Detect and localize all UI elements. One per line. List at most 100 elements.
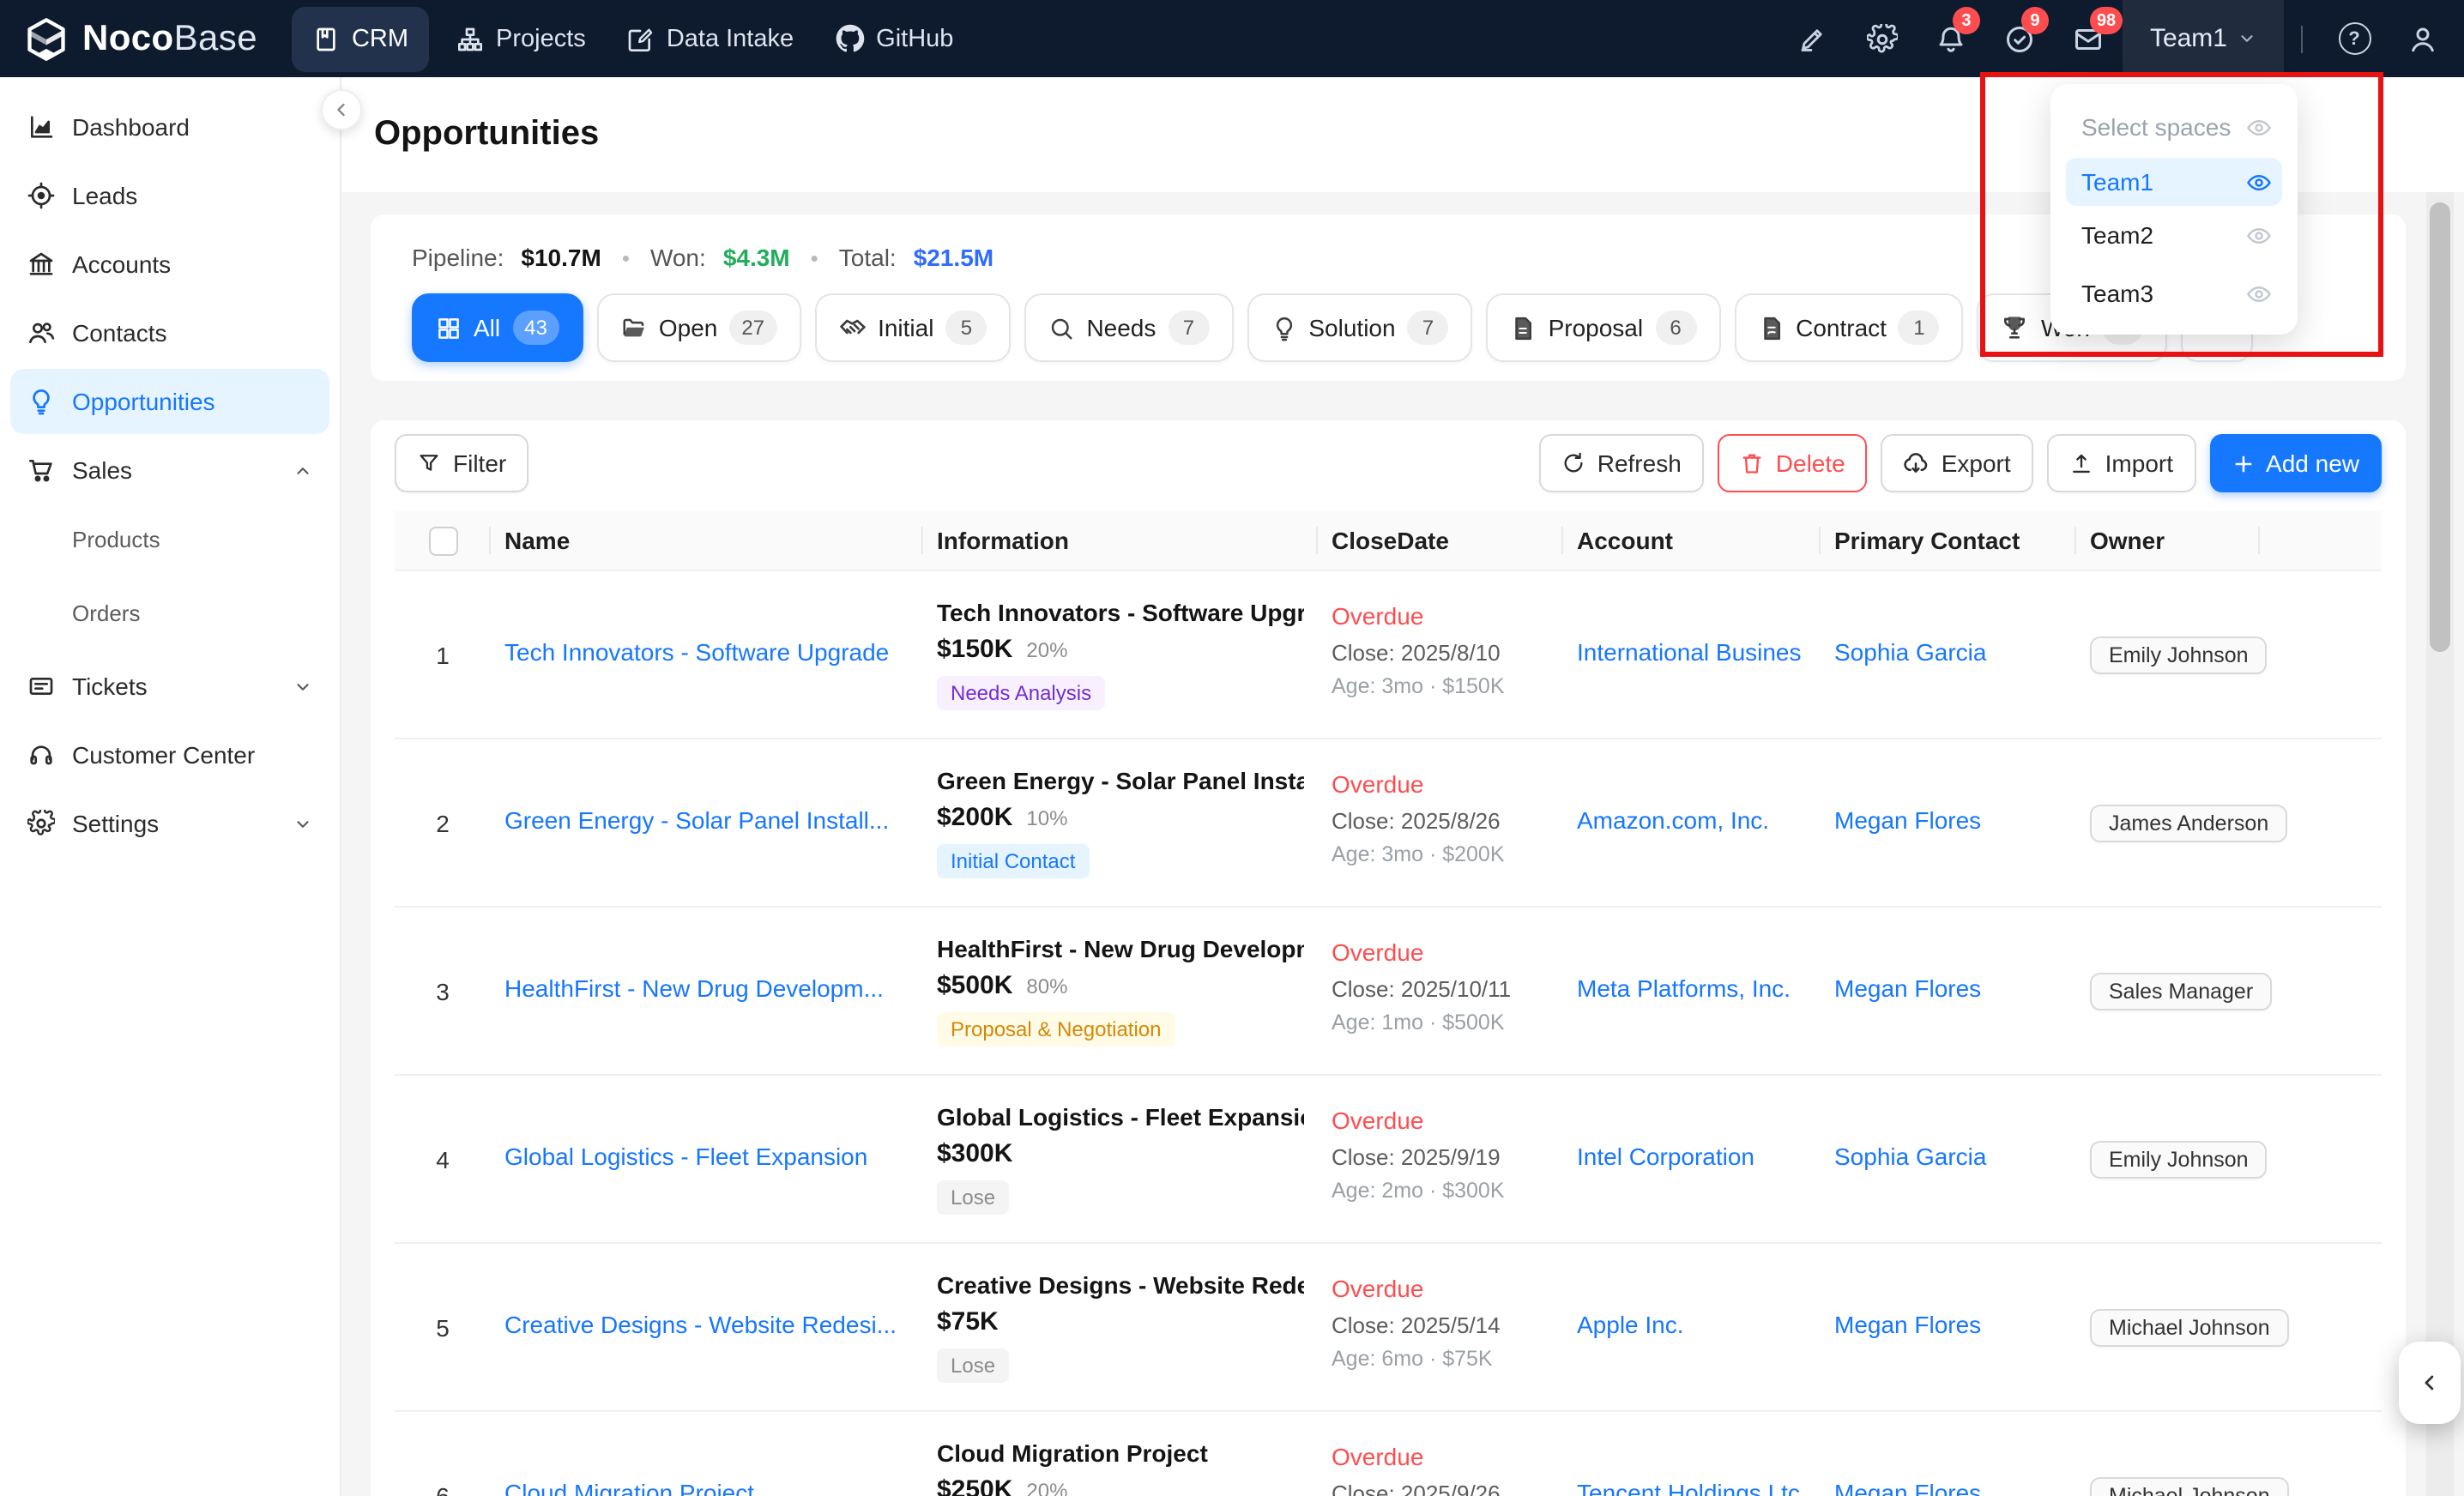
space-option-team1[interactable]: Team1	[2066, 158, 2282, 206]
team-space-selector[interactable]: Team1	[2123, 0, 2284, 77]
table-row[interactable]: 2 Green Energy - Solar Panel Install... …	[395, 739, 2382, 907]
tab-count-badge: 5	[945, 311, 987, 345]
tab-all[interactable]: All 43	[412, 293, 583, 362]
delete-button[interactable]: Delete	[1718, 434, 1868, 492]
account-link[interactable]: Amazon.com, Inc.	[1577, 806, 1769, 834]
table-row[interactable]: 6 Cloud Migration Project Cloud Migratio…	[395, 1411, 2382, 1496]
primary-contact-link[interactable]: Megan Flores	[1834, 806, 1981, 834]
account-link[interactable]: International Busines	[1577, 638, 1802, 666]
import-button[interactable]: Import	[2047, 434, 2195, 492]
sidebar-item-orders[interactable]: Orders	[10, 580, 329, 645]
opportunity-name-link[interactable]: HealthFirst - New Drug Developm...	[504, 974, 884, 1002]
tab-open[interactable]: Open 27	[597, 293, 800, 362]
primary-contact-link[interactable]: Megan Flores	[1834, 1479, 1981, 1496]
settings-button[interactable]	[1848, 0, 1917, 77]
toolbar-right-group: Refresh Delete Export Import Add new	[1539, 434, 2382, 492]
owner-tag[interactable]: Emily Johnson	[2090, 1140, 2268, 1178]
account-link[interactable]: Tencent Holdings Ltc	[1577, 1479, 1800, 1496]
export-icon	[1904, 450, 1930, 476]
gear-icon	[1867, 23, 1898, 54]
eye-icon[interactable]	[2246, 169, 2272, 195]
table-row[interactable]: 5 Creative Designs - Website Redesi... C…	[395, 1243, 2382, 1411]
nav-item-data-intake[interactable]: Data Intake	[607, 0, 814, 77]
total-value: $21.5M	[914, 244, 993, 271]
space-option-team3[interactable]: Team3	[2066, 269, 2282, 317]
sidebar-item-dashboard[interactable]: Dashboard	[10, 94, 329, 160]
account-button[interactable]	[2389, 0, 2457, 77]
opportunity-name-link[interactable]: Tech Innovators - Software Upgrade	[504, 638, 889, 666]
sidebar-item-contacts[interactable]: Contacts	[10, 300, 329, 365]
refresh-button[interactable]: Refresh	[1539, 434, 1704, 492]
eye-icon[interactable]	[2246, 222, 2272, 248]
amount: $250K	[937, 1475, 1012, 1496]
table-row[interactable]: 3 HealthFirst - New Drug Developm... Hea…	[395, 907, 2382, 1075]
tab-solution[interactable]: Solution 7	[1247, 293, 1472, 362]
opportunity-name-link[interactable]: Cloud Migration Project	[504, 1479, 754, 1496]
primary-contact-link[interactable]: Megan Flores	[1834, 1311, 1981, 1338]
tab-count-badge: 43	[512, 311, 559, 345]
owner-tag[interactable]: Michael Johnson	[2090, 1308, 2289, 1346]
primary-contact-link[interactable]: Sophia Garcia	[1834, 1143, 1986, 1170]
tasks-button[interactable]: 9	[1985, 0, 2054, 77]
primary-contact-link[interactable]: Megan Flores	[1834, 974, 1981, 1002]
nav-item-projects[interactable]: Projects	[436, 0, 607, 77]
notifications-button[interactable]: 3	[1917, 0, 1985, 77]
sidebar-item-leads[interactable]: Leads	[10, 163, 329, 228]
owner-tag[interactable]: James Anderson	[2090, 804, 2287, 842]
primary-contact-link[interactable]: Sophia Garcia	[1834, 638, 1986, 666]
filter-button[interactable]: Filter	[395, 434, 528, 492]
nav-item-label: CRM	[352, 25, 408, 52]
space-option-team2[interactable]: Team2	[2066, 211, 2282, 259]
eye-icon[interactable]	[2246, 280, 2272, 306]
sidebar-item-tickets[interactable]: Tickets	[10, 654, 329, 719]
account-link[interactable]: Apple Inc.	[1577, 1311, 1684, 1338]
sidebar-item-label: Products	[72, 526, 312, 552]
side-panel-expand-button[interactable]	[2399, 1342, 2461, 1424]
navbar-divider	[2301, 25, 2303, 52]
vertical-scrollbar-track[interactable]	[2426, 192, 2454, 1496]
table-row[interactable]: 1 Tech Innovators - Software Upgrade Tec…	[395, 570, 2382, 739]
vertical-scrollbar-thumb[interactable]	[2430, 202, 2450, 652]
sidebar-item-products[interactable]: Products	[10, 506, 329, 571]
row-index: 4	[395, 1075, 491, 1243]
info-amount-row: $200K 10%	[937, 803, 1304, 832]
tab-needs[interactable]: Needs 7	[1024, 293, 1233, 362]
select-all-checkbox[interactable]	[428, 527, 457, 556]
sidebar-item-settings[interactable]: Settings	[10, 791, 329, 856]
eye-icon[interactable]	[2246, 114, 2272, 140]
export-button[interactable]: Export	[1881, 434, 2033, 492]
refresh-icon	[1561, 451, 1585, 475]
opportunity-name-link[interactable]: Creative Designs - Website Redesi...	[504, 1311, 897, 1338]
help-button[interactable]: ?	[2320, 0, 2389, 77]
tab-label: All	[474, 314, 500, 341]
tab-contract[interactable]: Contract 1	[1734, 293, 1964, 362]
tab-initial[interactable]: Initial 5	[814, 293, 1011, 362]
tab-proposal[interactable]: Proposal 6	[1487, 293, 1721, 362]
highlighter-button[interactable]	[1779, 0, 1848, 77]
opportunity-name-link[interactable]: Green Energy - Solar Panel Install...	[504, 806, 889, 834]
tasks-badge: 9	[2021, 7, 2049, 34]
owner-tag[interactable]: Emily Johnson	[2090, 636, 2268, 673]
account-link[interactable]: Intel Corporation	[1577, 1143, 1754, 1170]
sidebar-item-label: Leads	[72, 182, 312, 209]
nav-item-crm[interactable]: CRM	[292, 6, 429, 71]
sidebar-item-opportunities[interactable]: Opportunities	[10, 369, 329, 434]
owner-tag[interactable]: Sales Manager	[2090, 972, 2272, 1010]
sidebar-collapse-button[interactable]	[321, 89, 362, 130]
account-link[interactable]: Meta Platforms, Inc.	[1577, 974, 1791, 1002]
nav-item-github[interactable]: GitHub	[814, 0, 974, 77]
info-amount-row: $75K	[937, 1307, 1304, 1336]
cell-primary-contact: Megan Flores	[1821, 1243, 2076, 1411]
messages-button[interactable]: 98	[2054, 0, 2123, 77]
tab-label: Initial	[878, 314, 933, 341]
sidebar-item-customer-center[interactable]: Customer Center	[10, 722, 329, 787]
nocobase-logo[interactable]: NocoBase	[0, 16, 285, 61]
add-new-button[interactable]: Add new	[2209, 434, 2382, 492]
owner-tag[interactable]: Michael Johnson	[2090, 1476, 2289, 1496]
opportunity-name-link[interactable]: Global Logistics - Fleet Expansion	[504, 1143, 867, 1170]
cell-closedate: Overdue Close: 2025/8/10 Age: 3mo · $150…	[1318, 570, 1563, 739]
sidebar-item-sales[interactable]: Sales	[10, 437, 329, 503]
cell-name: HealthFirst - New Drug Developm...	[491, 907, 923, 1075]
sidebar-item-accounts[interactable]: Accounts	[10, 232, 329, 297]
table-row[interactable]: 4 Global Logistics - Fleet Expansion Glo…	[395, 1075, 2382, 1243]
